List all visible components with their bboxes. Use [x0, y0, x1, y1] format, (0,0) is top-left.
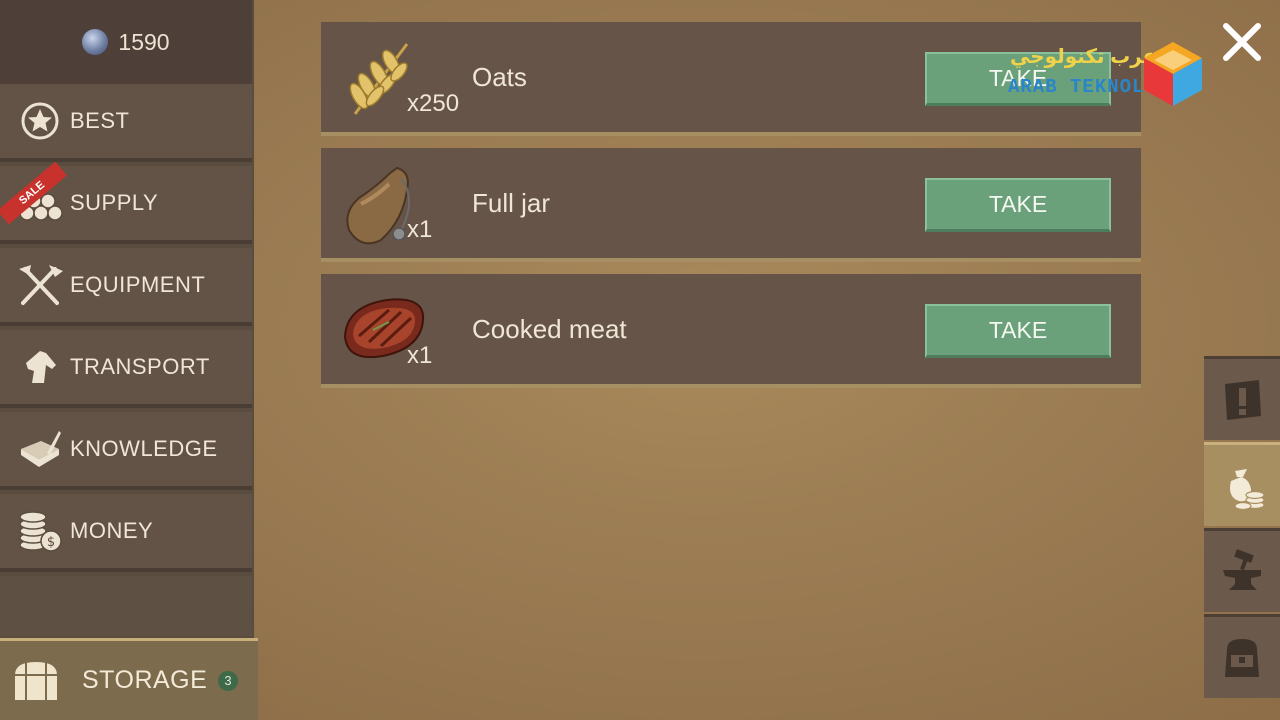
shop-category-menu: 1590 BEST SALE SUPPLY EQUIPMENT TRANSPOR… — [0, 0, 258, 720]
item-name: Full jar — [472, 188, 551, 218]
menu-item-knowledge[interactable]: KNOWLEDGE — [0, 412, 252, 490]
tab-backpack[interactable] — [1204, 614, 1280, 698]
menu-item-label: MONEY — [70, 518, 154, 543]
item-quantity: x250 — [407, 90, 460, 117]
anvil-icon — [1223, 548, 1261, 590]
menu-item-label: TRANSPORT — [70, 354, 210, 379]
cube-logo-icon — [1144, 42, 1202, 106]
item-name: Oats — [472, 62, 527, 92]
coins-bag-icon — [1230, 468, 1265, 510]
coins-icon: $ — [14, 505, 66, 557]
gem-icon — [82, 29, 109, 55]
tab-crafting[interactable] — [1204, 528, 1280, 612]
item-name: Cooked meat — [472, 314, 627, 344]
chest-icon — [4, 651, 68, 711]
storage-label: STORAGE — [82, 666, 208, 694]
menu-item-label: SUPPLY — [70, 190, 159, 215]
close-icon[interactable] — [1216, 16, 1268, 68]
currency-amount: 1590 — [118, 28, 170, 55]
storage-count-badge: 3 — [218, 671, 238, 691]
watermark-arabic: عرب تكنولوجي — [1010, 46, 1157, 68]
tab-alerts[interactable] — [1204, 356, 1280, 440]
side-tab-rail — [1204, 356, 1280, 720]
book-quill-icon — [14, 423, 66, 475]
horse-head-icon — [14, 341, 66, 393]
star-badge-icon — [14, 95, 66, 147]
menu-item-transport[interactable]: TRANSPORT — [0, 330, 252, 408]
menu-item-best[interactable]: BEST — [0, 84, 252, 162]
storage-item-cooked-meat: x1 Cooked meat TAKE — [321, 274, 1141, 388]
menu-item-money[interactable]: $ MONEY — [0, 494, 252, 572]
item-quantity: x1 — [407, 342, 433, 369]
backpack-icon — [1225, 638, 1259, 677]
tab-storage[interactable] — [1204, 442, 1280, 526]
menu-item-supply[interactable]: SALE SUPPLY — [0, 161, 252, 244]
menu-item-equipment[interactable]: EQUIPMENT — [0, 248, 252, 326]
item-quantity: x1 — [407, 216, 433, 243]
menu-item-label: KNOWLEDGE — [70, 436, 218, 461]
svg-text:$: $ — [47, 535, 55, 550]
watermark-logo: عرب تكنولوجي ARAB TEKNOLOGI — [1006, 40, 1206, 110]
take-button[interactable]: TAKE — [925, 178, 1111, 232]
menu-spacer — [0, 576, 252, 636]
take-button[interactable]: TAKE — [925, 304, 1111, 358]
alert-icon — [1225, 379, 1261, 420]
crossed-tools-icon — [14, 259, 66, 311]
menu-item-label: EQUIPMENT — [70, 272, 206, 297]
menu-item-storage[interactable]: STORAGE 3 — [0, 638, 258, 720]
storage-item-full-jar: x1 Full jar TAKE — [321, 148, 1141, 262]
menu-item-label: BEST — [70, 108, 130, 133]
currency-display: 1590 — [0, 0, 252, 84]
